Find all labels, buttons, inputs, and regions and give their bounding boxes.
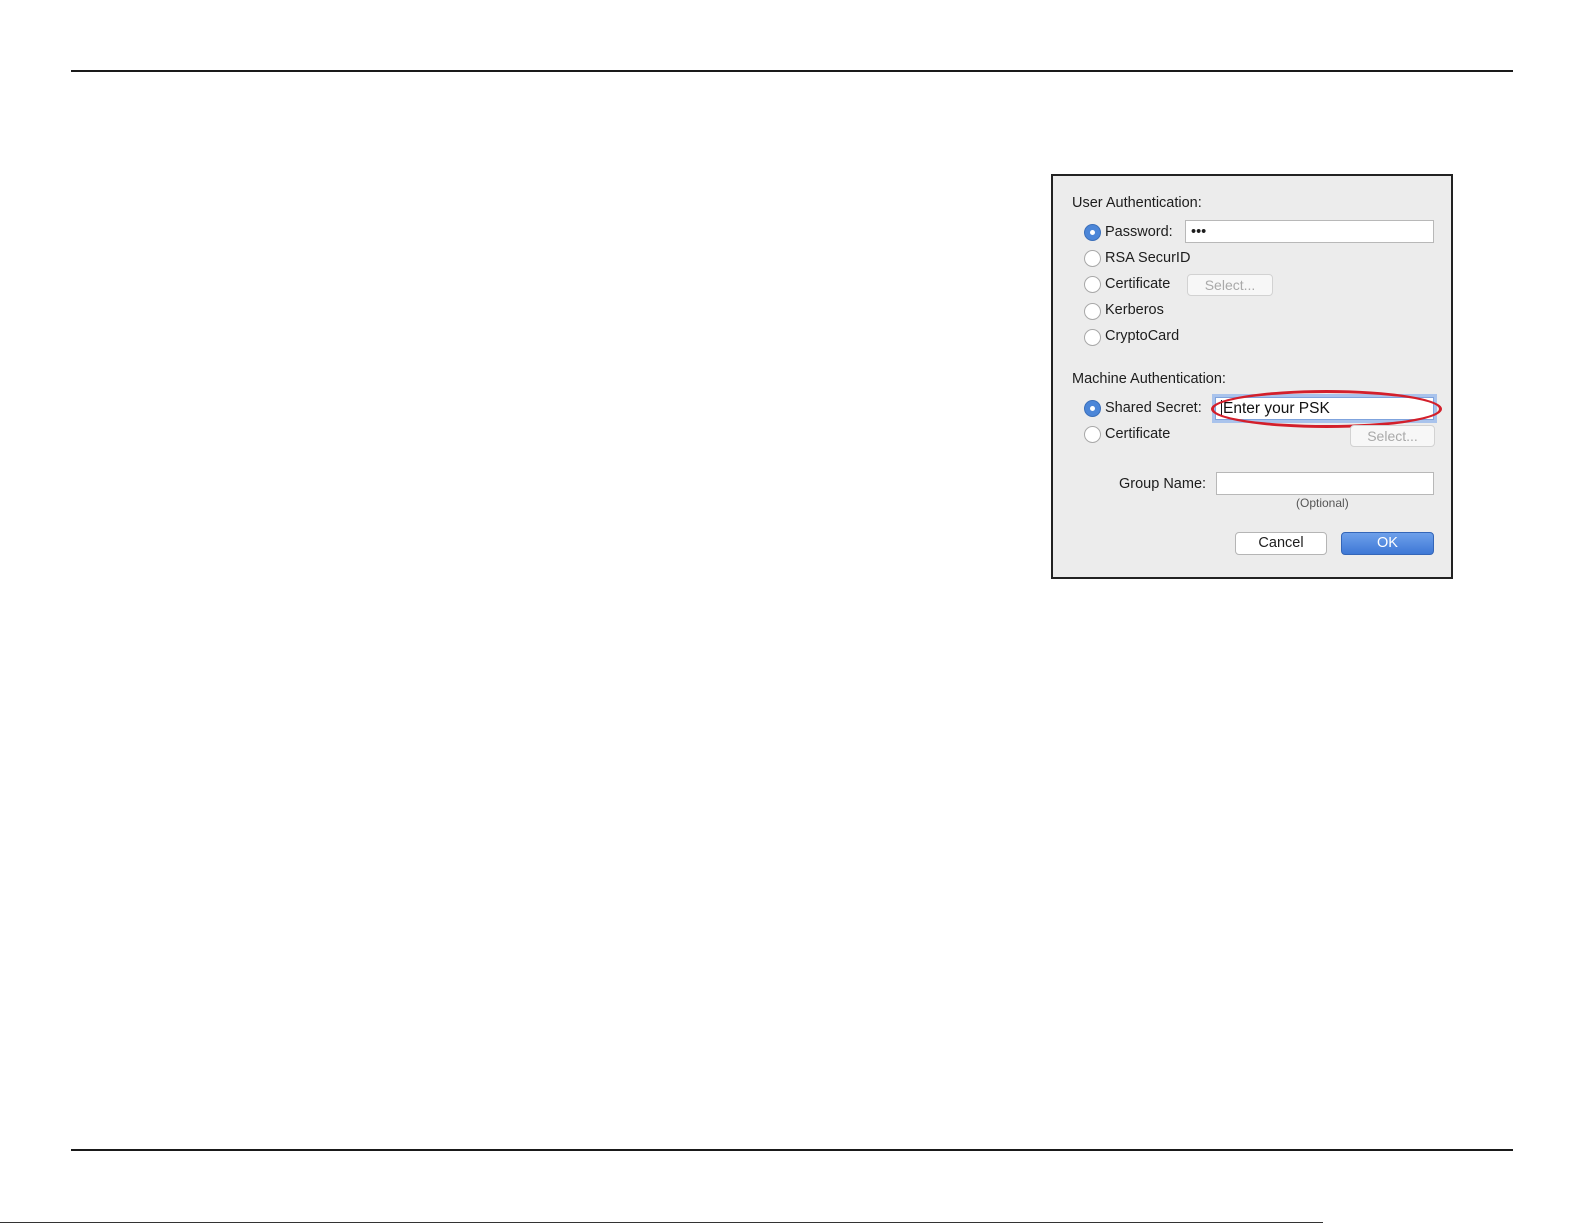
footer-line bbox=[0, 1222, 1323, 1223]
shared-secret-value: Enter your PSK bbox=[1223, 400, 1330, 417]
authentication-dialog: User Authentication: Password: ••• RSA S… bbox=[1051, 174, 1453, 579]
page: User Authentication: Password: ••• RSA S… bbox=[0, 0, 1585, 1225]
user-certificate-radio[interactable] bbox=[1084, 276, 1101, 293]
machine-certificate-radio[interactable] bbox=[1084, 426, 1101, 443]
text-caret bbox=[1221, 400, 1222, 415]
kerberos-label: Kerberos bbox=[1105, 302, 1164, 318]
rsa-securid-label: RSA SecurID bbox=[1105, 250, 1191, 266]
rsa-securid-radio[interactable] bbox=[1084, 250, 1101, 267]
shared-secret-radio[interactable] bbox=[1084, 400, 1101, 417]
machine-certificate-select-button[interactable]: Select... bbox=[1350, 425, 1435, 447]
top-divider bbox=[71, 70, 1513, 72]
group-name-label: Group Name: bbox=[1119, 476, 1207, 492]
kerberos-radio[interactable] bbox=[1084, 303, 1101, 320]
password-field[interactable]: ••• bbox=[1185, 220, 1434, 243]
shared-secret-field[interactable]: Enter your PSK bbox=[1212, 394, 1437, 423]
bottom-divider bbox=[71, 1149, 1513, 1151]
group-name-field[interactable] bbox=[1216, 472, 1434, 495]
cancel-button[interactable]: Cancel bbox=[1235, 532, 1327, 555]
machine-authentication-heading: Machine Authentication: bbox=[1072, 371, 1226, 387]
optional-hint: (Optional) bbox=[1296, 496, 1349, 510]
machine-certificate-label: Certificate bbox=[1105, 426, 1171, 442]
password-label: Password: bbox=[1105, 224, 1173, 240]
cryptocard-label: CryptoCard bbox=[1105, 328, 1180, 344]
password-radio[interactable] bbox=[1084, 224, 1101, 241]
user-authentication-heading: User Authentication: bbox=[1072, 195, 1202, 211]
user-certificate-select-button[interactable]: Select... bbox=[1187, 274, 1273, 296]
shared-secret-label: Shared Secret: bbox=[1105, 400, 1202, 416]
ok-button[interactable]: OK bbox=[1341, 532, 1434, 555]
cryptocard-radio[interactable] bbox=[1084, 329, 1101, 346]
user-certificate-label: Certificate bbox=[1105, 276, 1171, 292]
